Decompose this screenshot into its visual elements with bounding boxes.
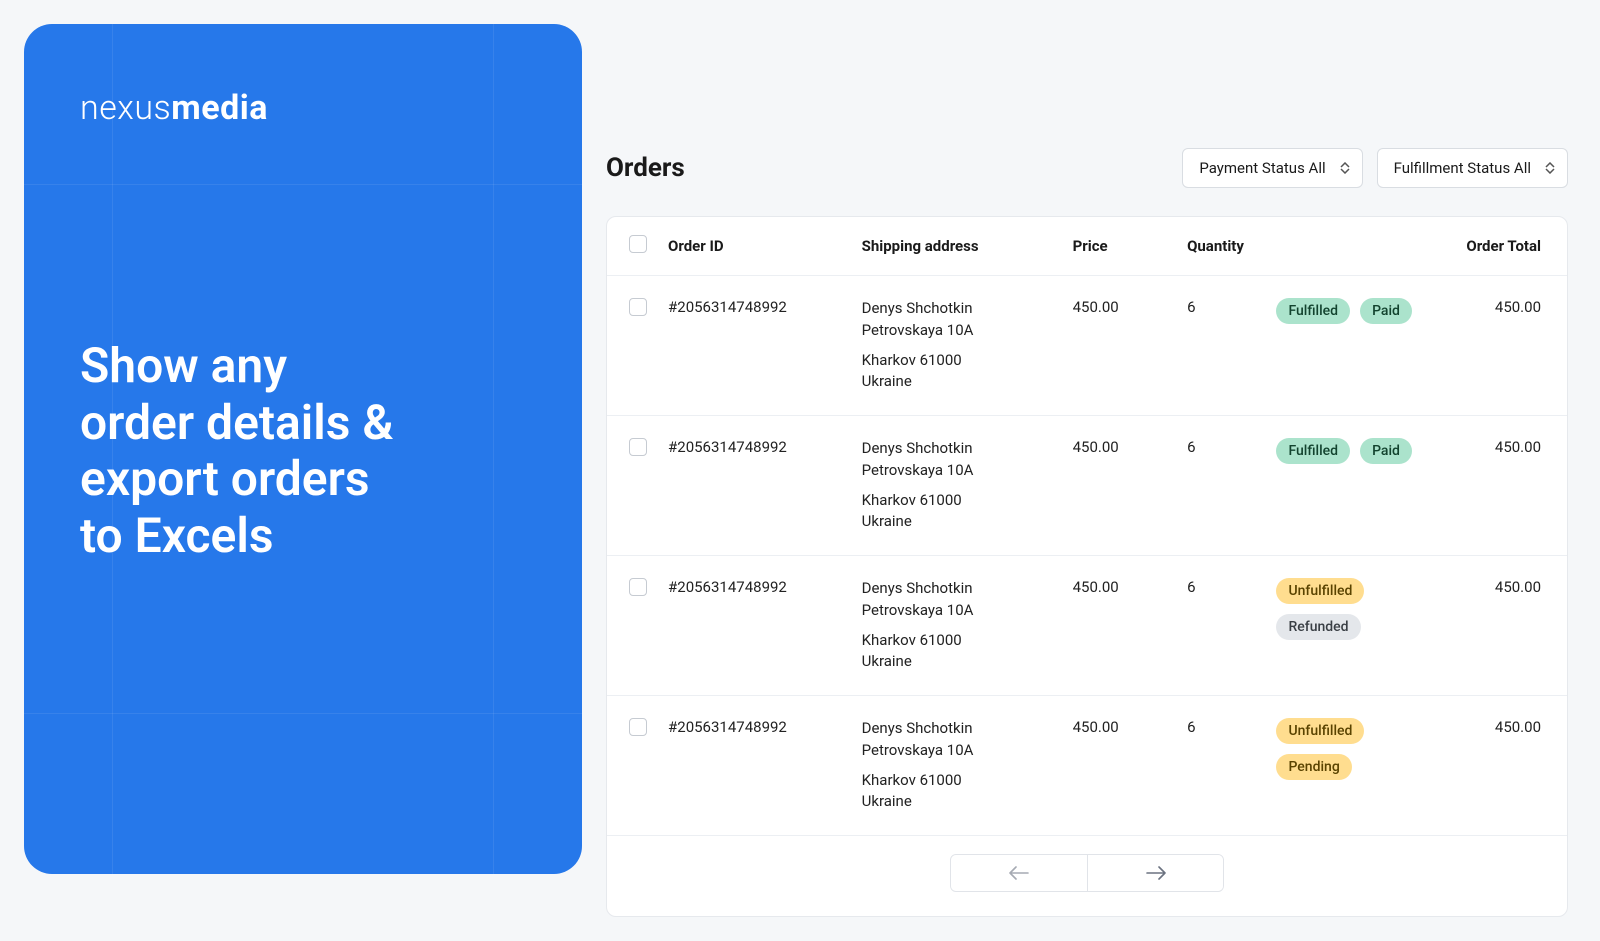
price: 450.00 [1059, 276, 1173, 416]
status-badge: Paid [1360, 298, 1412, 324]
prev-page-button[interactable] [951, 855, 1087, 891]
status-badge: Fulfilled [1276, 438, 1350, 464]
orders-table-card: Order ID Shipping address Price Quantity… [606, 216, 1568, 917]
address-line: Denys Shchotkin [862, 718, 1045, 740]
brand-logo: nexusmedia [80, 88, 538, 128]
status-badge: Pending [1276, 754, 1351, 780]
status-badge: Unfulfilled [1276, 718, 1364, 744]
arrow-left-icon [1009, 866, 1029, 880]
payment-status-filter-label: Payment Status All [1199, 159, 1325, 177]
status-tags: Fulfilled Paid [1262, 416, 1452, 556]
brand-text-light: nexus [80, 88, 171, 128]
col-header-order-id: Order ID [654, 217, 848, 276]
quantity: 6 [1173, 696, 1262, 836]
address-line: Denys Shchotkin [862, 578, 1045, 600]
address-line: Petrovskaya 10A [862, 320, 1045, 342]
address-line: Ukraine [862, 371, 1045, 393]
order-total: 450.00 [1452, 556, 1567, 696]
shipping-address: Denys ShchotkinPetrovskaya 10A Kharkov 61… [848, 276, 1059, 416]
quantity: 6 [1173, 416, 1262, 556]
col-header-price: Price [1059, 217, 1173, 276]
address-line: Kharkov 61000 [862, 770, 1045, 792]
select-caret-icon [1340, 162, 1350, 174]
order-id[interactable]: #2056314748992 [654, 276, 848, 416]
select-all-checkbox[interactable] [629, 235, 647, 253]
col-header-shipping: Shipping address [848, 217, 1059, 276]
quantity: 6 [1173, 556, 1262, 696]
row-checkbox[interactable] [629, 578, 647, 596]
orders-table: Order ID Shipping address Price Quantity… [607, 217, 1567, 835]
table-row: #2056314748992Denys ShchotkinPetrovskaya… [607, 416, 1567, 556]
table-row: #2056314748992Denys ShchotkinPetrovskaya… [607, 276, 1567, 416]
order-total: 450.00 [1452, 696, 1567, 836]
address-line: Kharkov 61000 [862, 630, 1045, 652]
price: 450.00 [1059, 556, 1173, 696]
status-tags: Unfulfilled Refunded [1262, 556, 1452, 696]
row-checkbox[interactable] [629, 438, 647, 456]
shipping-address: Denys ShchotkinPetrovskaya 10A Kharkov 61… [848, 696, 1059, 836]
order-id[interactable]: #2056314748992 [654, 696, 848, 836]
promo-card: nexusmedia Show any order details & expo… [24, 24, 582, 874]
shipping-address: Denys ShchotkinPetrovskaya 10A Kharkov 61… [848, 556, 1059, 696]
order-total: 450.00 [1452, 416, 1567, 556]
address-line: Ukraine [862, 791, 1045, 813]
address-line: Ukraine [862, 651, 1045, 673]
pagination [607, 835, 1567, 916]
shipping-address: Denys ShchotkinPetrovskaya 10A Kharkov 61… [848, 416, 1059, 556]
order-id[interactable]: #2056314748992 [654, 556, 848, 696]
status-badge: Refunded [1276, 614, 1360, 640]
orders-panel: Orders Payment Status All Fulfillment St… [606, 24, 1576, 917]
address-line: Petrovskaya 10A [862, 600, 1045, 622]
payment-status-filter[interactable]: Payment Status All [1182, 148, 1362, 188]
brand-text-bold: media [171, 88, 268, 128]
arrow-right-icon [1146, 866, 1166, 880]
address-line: Ukraine [862, 511, 1045, 533]
address-line: Denys Shchotkin [862, 298, 1045, 320]
fulfillment-status-filter[interactable]: Fulfillment Status All [1377, 148, 1568, 188]
address-line: Kharkov 61000 [862, 350, 1045, 372]
status-tags: Fulfilled Paid [1262, 276, 1452, 416]
table-row: #2056314748992Denys ShchotkinPetrovskaya… [607, 556, 1567, 696]
status-badge: Paid [1360, 438, 1412, 464]
address-line: Petrovskaya 10A [862, 460, 1045, 482]
address-line: Petrovskaya 10A [862, 740, 1045, 762]
quantity: 6 [1173, 276, 1262, 416]
address-line: Kharkov 61000 [862, 490, 1045, 512]
col-header-total: Order Total [1452, 217, 1567, 276]
order-total: 450.00 [1452, 276, 1567, 416]
row-checkbox[interactable] [629, 298, 647, 316]
status-badge: Fulfilled [1276, 298, 1350, 324]
col-header-status [1262, 217, 1452, 276]
price: 450.00 [1059, 416, 1173, 556]
fulfillment-status-filter-label: Fulfillment Status All [1394, 159, 1531, 177]
table-row: #2056314748992Denys ShchotkinPetrovskaya… [607, 696, 1567, 836]
col-header-quantity: Quantity [1173, 217, 1262, 276]
status-badge: Unfulfilled [1276, 578, 1364, 604]
price: 450.00 [1059, 696, 1173, 836]
status-tags: Unfulfilled Pending [1262, 696, 1452, 836]
address-line: Denys Shchotkin [862, 438, 1045, 460]
order-id[interactable]: #2056314748992 [654, 416, 848, 556]
select-caret-icon [1545, 162, 1555, 174]
row-checkbox[interactable] [629, 718, 647, 736]
page-title: Orders [606, 153, 685, 183]
promo-headline: Show any order details & export orders t… [80, 338, 538, 565]
next-page-button[interactable] [1087, 855, 1223, 891]
